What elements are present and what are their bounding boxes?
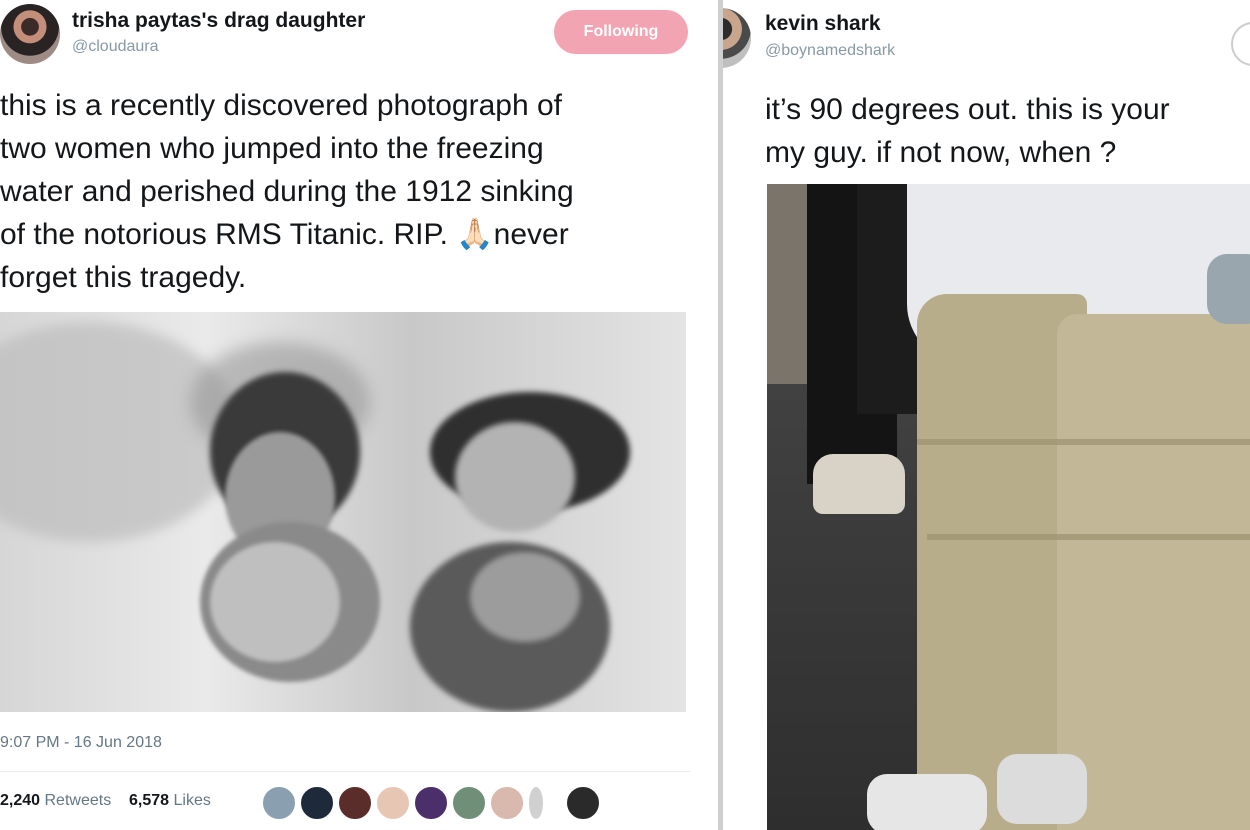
left-stats: 2,240 Retweets 6,578 Likes (0, 792, 211, 810)
left-display-name[interactable]: trisha paytas's drag daughter (72, 9, 365, 33)
liker-avatar-icon[interactable] (338, 786, 372, 820)
follow-circle-icon[interactable] (1231, 22, 1250, 66)
liker-avatar-icon[interactable] (376, 786, 410, 820)
divider-line (0, 771, 690, 772)
left-timestamp[interactable]: 9:07 PM - 16 Jun 2018 (0, 734, 162, 752)
likes-count[interactable]: 6,578 (129, 792, 169, 809)
likes-label[interactable]: Likes (173, 792, 210, 809)
liker-avatar-icon[interactable] (490, 786, 524, 820)
liker-avatar-icon[interactable] (262, 786, 296, 820)
liker-avatar-icon[interactable] (300, 786, 334, 820)
following-button[interactable]: Following (554, 10, 688, 54)
left-tweet-photo[interactable] (0, 312, 686, 712)
retweets-label[interactable]: Retweets (45, 792, 112, 809)
right-tweet-text: it’s 90 degrees out. this is your my guy… (765, 93, 1170, 169)
left-handle[interactable]: @cloudaura (72, 38, 159, 56)
liker-avatar-icon[interactable] (452, 786, 486, 820)
right-tweet-card: kevin shark @boynamedshark it’s 90 degre… (723, 0, 1250, 830)
right-display-name[interactable]: kevin shark (765, 12, 881, 36)
liker-avatar-icon[interactable] (566, 786, 600, 820)
right-handle[interactable]: @boynamedshark (765, 42, 895, 60)
left-tweet-text: this is a recently discovered photograph… (0, 89, 574, 294)
liker-avatar-icon[interactable] (528, 786, 544, 820)
left-avatar[interactable] (0, 4, 60, 64)
right-tweet-photo[interactable] (767, 184, 1250, 830)
liker-avatar-icon[interactable] (414, 786, 448, 820)
left-tweet-card: trisha paytas's drag daughter @cloudaura… (0, 0, 718, 830)
right-avatar[interactable] (723, 8, 751, 68)
retweets-count[interactable]: 2,240 (0, 792, 40, 809)
